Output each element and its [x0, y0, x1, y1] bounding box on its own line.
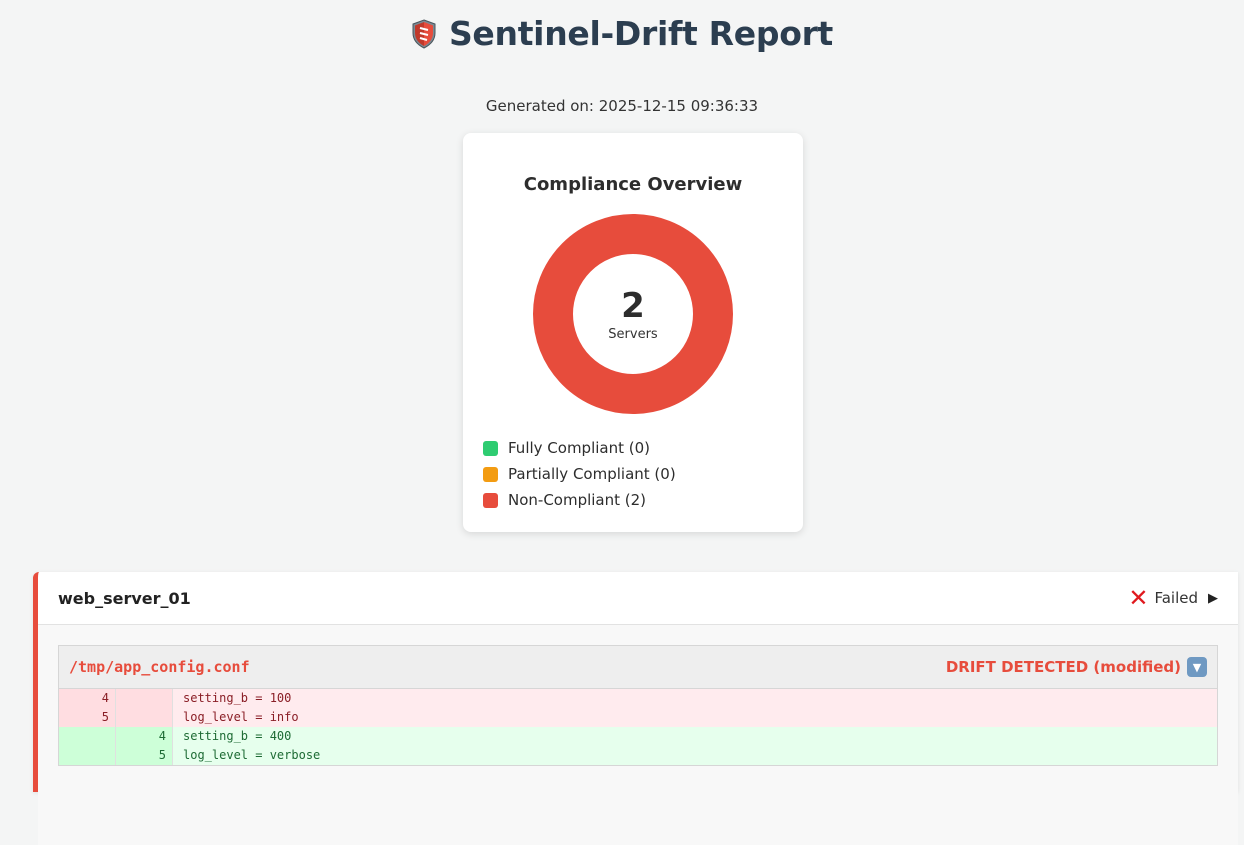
server-body: /tmp/app_config.conf DRIFT DETECTED (mod…: [38, 625, 1238, 845]
chevron-down-icon[interactable]: ▼: [1187, 657, 1207, 677]
new-line-number: [115, 708, 173, 727]
legend-label: Partially Compliant (0): [508, 465, 676, 483]
donut-center: 2 Servers: [533, 214, 733, 414]
file-header[interactable]: /tmp/app_config.conf DRIFT DETECTED (mod…: [59, 646, 1217, 689]
legend-item-fully-compliant: Fully Compliant (0): [483, 435, 676, 461]
generated-timestamp: Generated on: 2025-12-15 09:36:33: [485, 97, 759, 115]
new-line-number: 4: [115, 727, 173, 746]
server-count-label: Servers: [608, 326, 658, 342]
legend-swatch: [483, 466, 498, 482]
new-line-number: 5: [115, 746, 173, 765]
diff-code: setting_b = 100: [183, 691, 292, 705]
diff-table: 4 setting_b = 100 5 log_level = info 4 settin…: [59, 689, 1217, 765]
x-icon: ✕: [1128, 584, 1149, 612]
file-diff: /tmp/app_config.conf DRIFT DETECTED (mod…: [58, 645, 1218, 766]
legend-swatch: [483, 492, 498, 508]
legend-item-non-compliant: Non-Compliant (2): [483, 487, 676, 513]
status-label: Failed: [1154, 589, 1198, 607]
server-name: web_server_01: [58, 588, 191, 608]
page-title: Sentinel-Drift Report: [448, 14, 834, 53]
server-header[interactable]: web_server_01 ✕ Failed ▶: [38, 572, 1238, 625]
server-panel: web_server_01 ✕ Failed ▶ /tmp/app_config…: [33, 572, 1238, 845]
shield-icon: [411, 18, 437, 49]
drift-status: DRIFT DETECTED (modified) ▼: [946, 657, 1207, 677]
diff-code: log_level = verbose: [183, 748, 321, 762]
diff-line-added: 4 setting_b = 400: [59, 727, 1217, 746]
legend-label: Fully Compliant (0): [508, 439, 651, 457]
legend-label: Non-Compliant (2): [508, 491, 647, 509]
legend-item-partially-compliant: Partially Compliant (0): [483, 461, 676, 487]
chart-legend: Fully Compliant (0) Partially Compliant …: [483, 435, 676, 513]
report-header: Sentinel-Drift Report: [0, 14, 1244, 53]
server-status[interactable]: ✕ Failed ▶: [1128, 584, 1218, 612]
diff-line-removed: 4 setting_b = 100: [59, 689, 1217, 708]
diff-code: setting_b = 400: [183, 729, 292, 743]
drift-label: DRIFT DETECTED (modified): [945, 658, 1181, 676]
old-line-number: 5: [59, 708, 115, 727]
compliance-card: Compliance Overview 2 Servers Fully Comp…: [463, 133, 803, 532]
play-icon[interactable]: ▶: [1208, 591, 1218, 606]
diff-line-added: 5 log_level = verbose: [59, 746, 1217, 765]
old-line-number: [59, 746, 115, 765]
file-path: /tmp/app_config.conf: [69, 658, 250, 676]
server-count: 2: [621, 285, 645, 326]
chart-title: Compliance Overview: [523, 174, 743, 195]
diff-line-removed: 5 log_level = info: [59, 708, 1217, 727]
old-line-number: 4: [59, 689, 115, 708]
old-line-number: [59, 727, 115, 746]
diff-code: log_level = info: [183, 710, 299, 724]
new-line-number: [115, 689, 173, 708]
legend-swatch: [483, 440, 498, 456]
